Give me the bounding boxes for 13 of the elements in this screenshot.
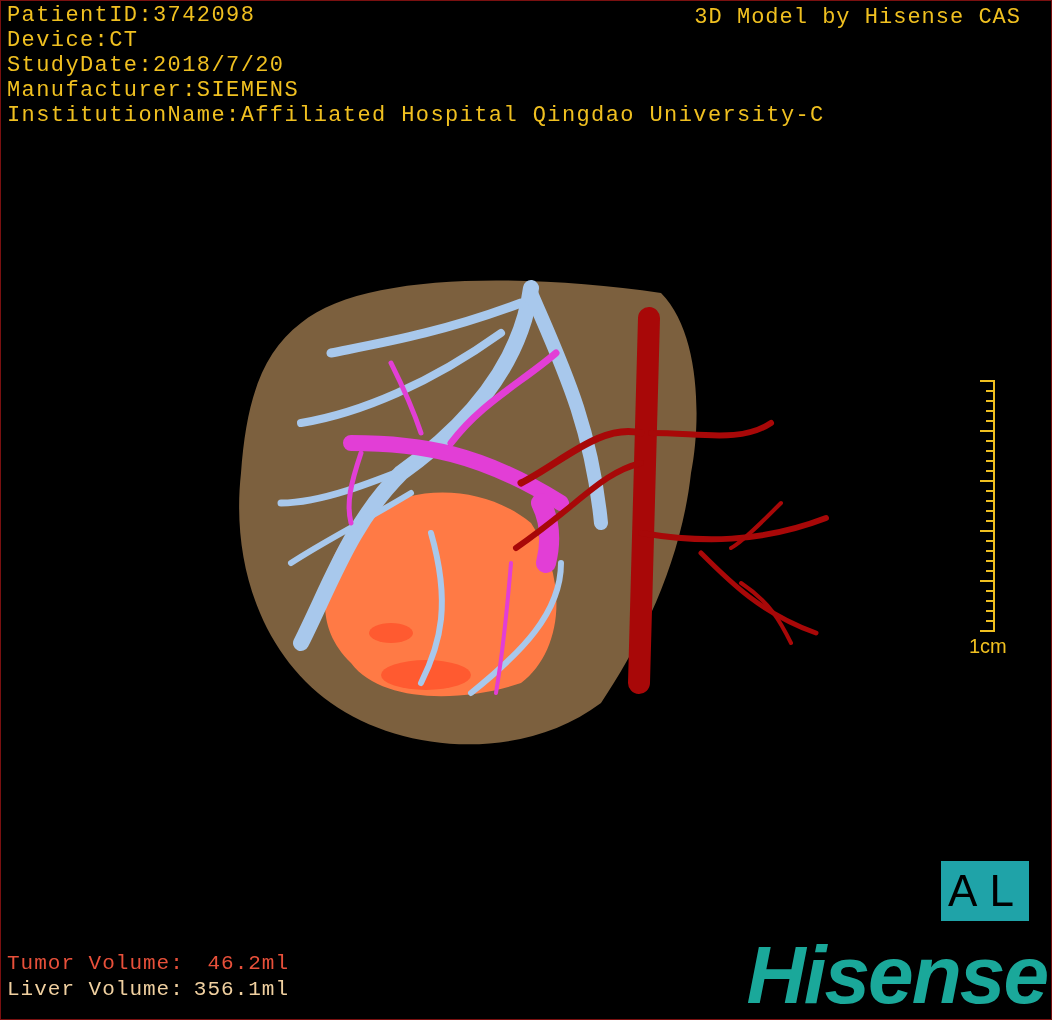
study-info-text: StudyDate:2018/7/20 [7, 53, 285, 78]
study-info-text: Device:CT [7, 28, 139, 53]
study-info-text: InstitutionName:Affiliated Hospital Qingdao University-C [7, 103, 825, 128]
volume-label: Liver Volume: [7, 977, 184, 1003]
volume-label: Tumor Volume: [7, 951, 184, 977]
logo-text: Hisense [746, 937, 1048, 1013]
study-info-text: Manufacturer:SIEMENS [7, 78, 300, 103]
header-title: 3D Model by Hisense CAS [694, 4, 1022, 32]
orientation-badge: AL [941, 861, 1029, 921]
volume-value: 356.1ml [193, 977, 290, 1003]
volume-value: 46.2ml [206, 951, 290, 977]
scale-label: 1cm [969, 635, 1007, 657]
study-info-text: PatientID:3742098 [7, 3, 256, 28]
